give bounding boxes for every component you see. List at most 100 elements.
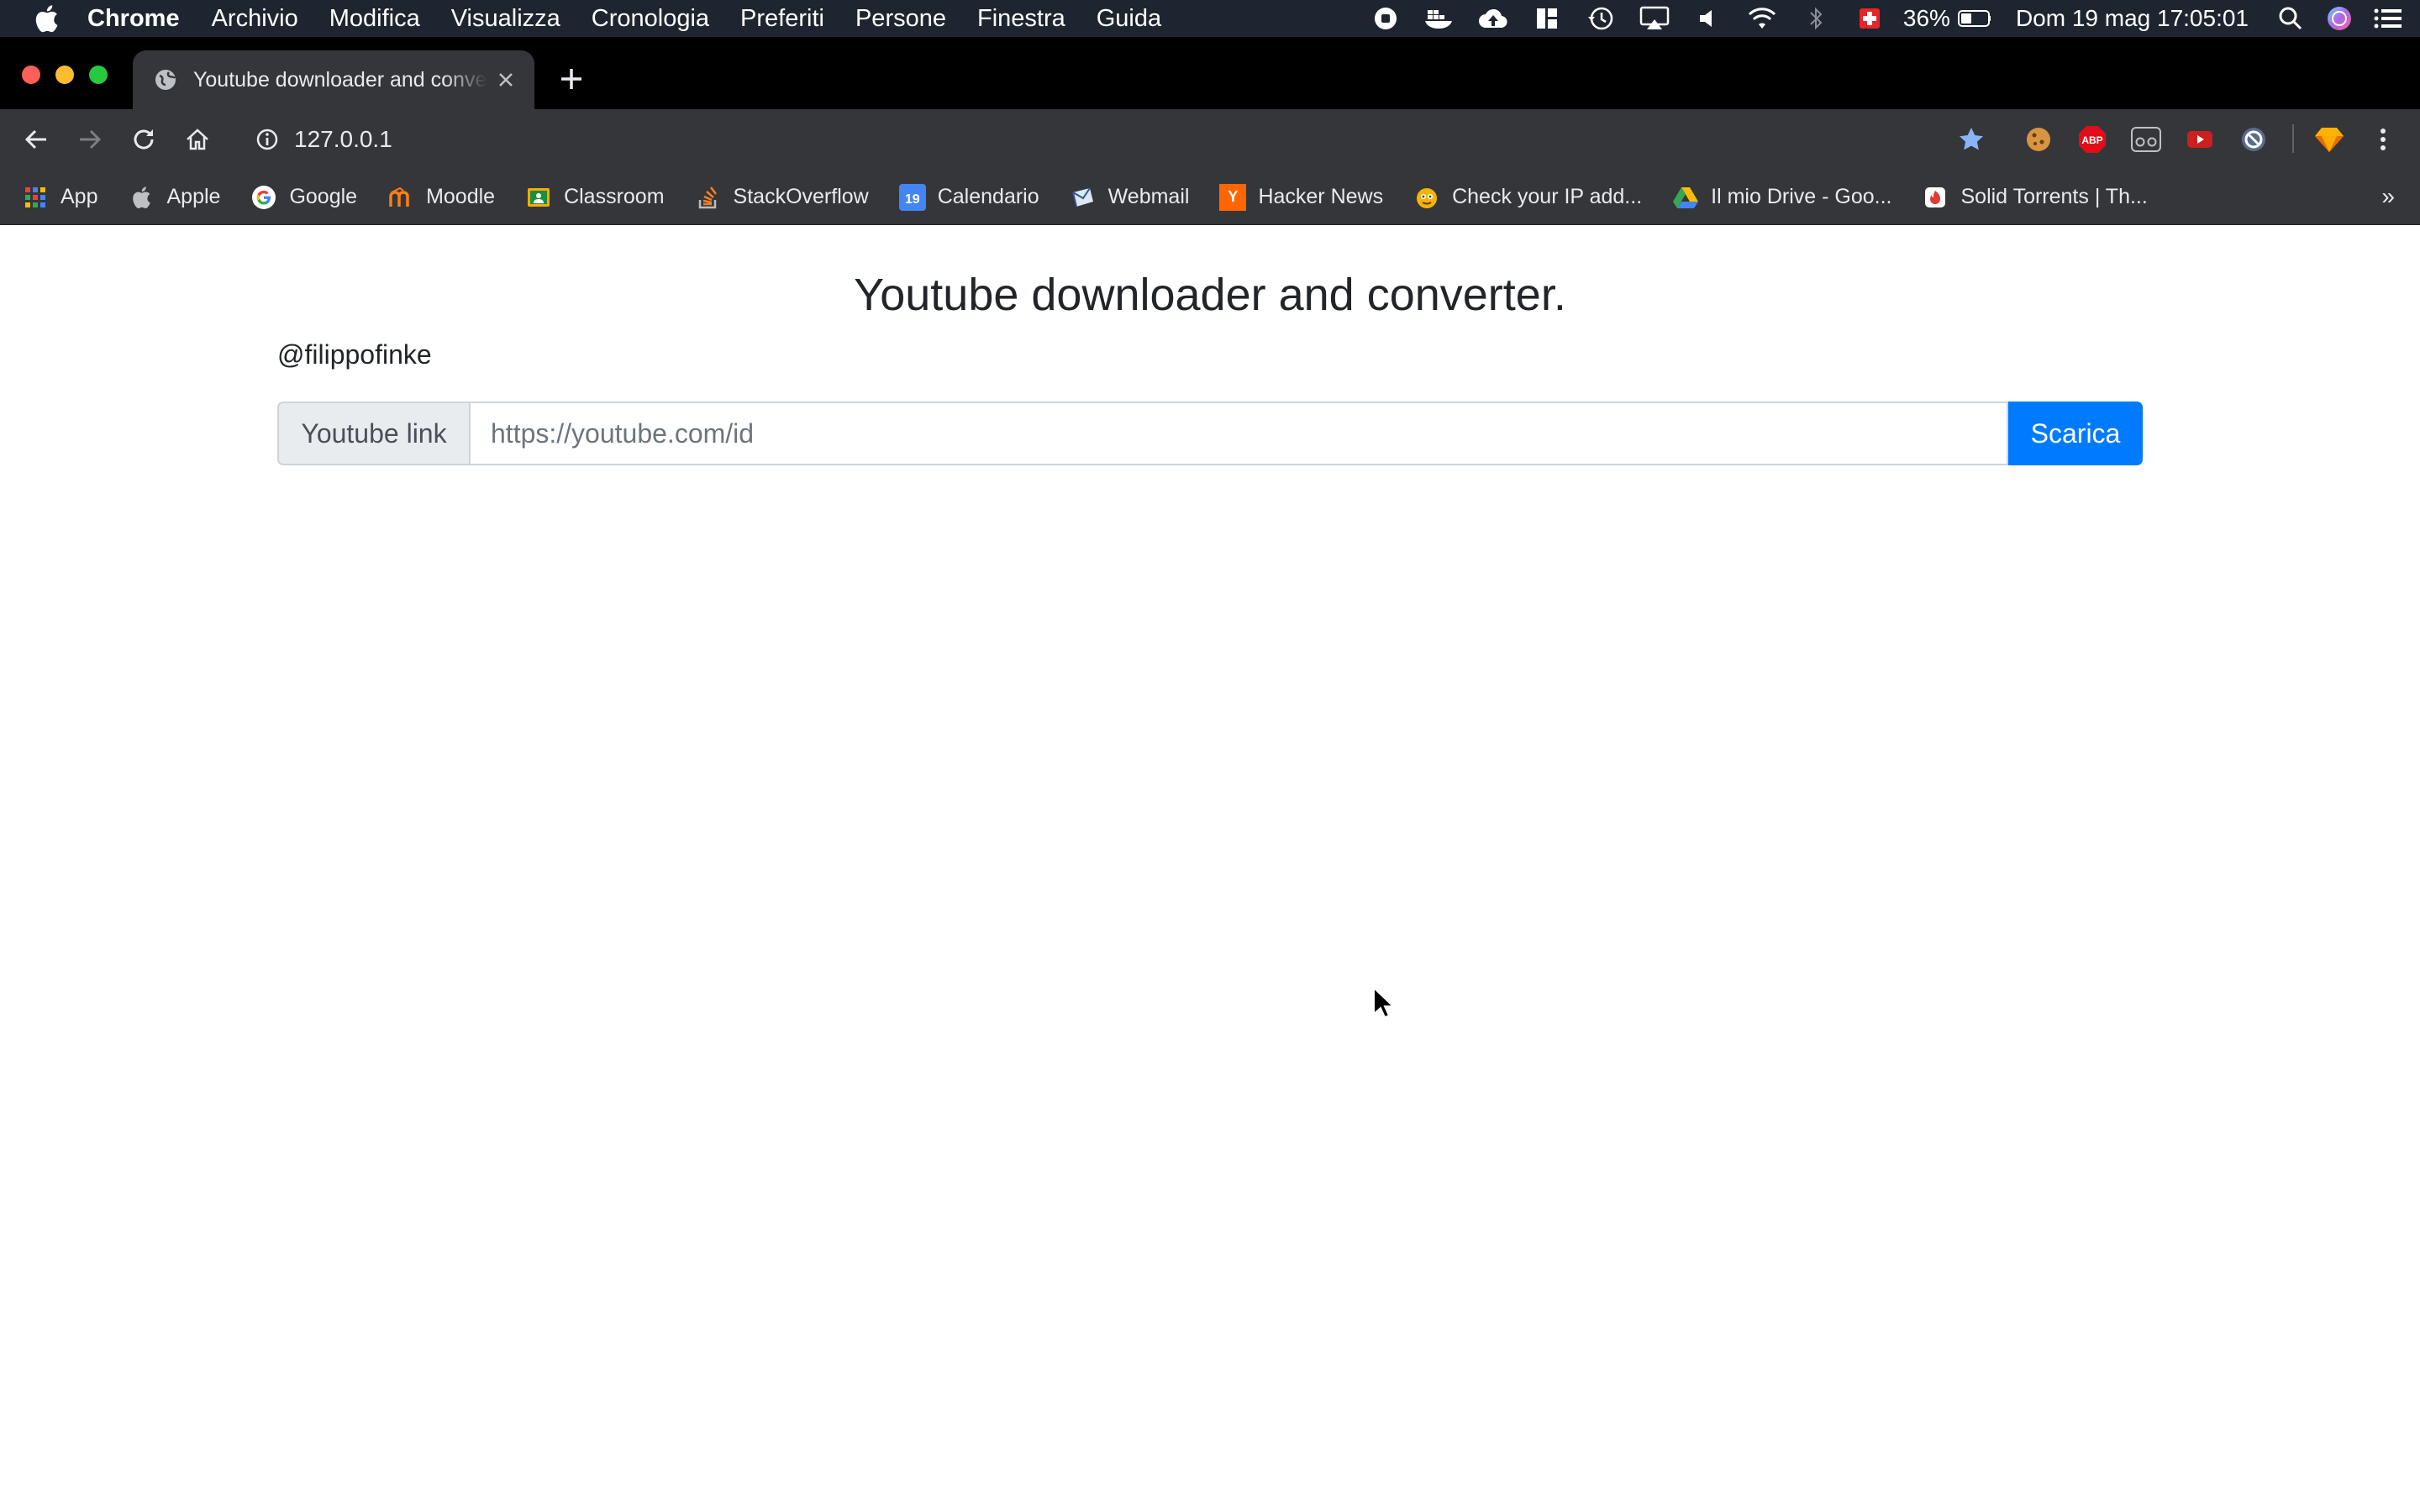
- bookmark-calendario[interactable]: 19 Calendario: [898, 183, 1039, 211]
- bookmark-google-drive[interactable]: Il mio Drive - Goo...: [1672, 184, 1891, 211]
- control-center-icon[interactable]: [2371, 0, 2405, 37]
- reload-icon[interactable]: [124, 120, 163, 159]
- calendar-icon: 19: [898, 183, 926, 211]
- menu-kebab-icon[interactable]: [2366, 123, 2400, 156]
- menu-visualizza[interactable]: Visualizza: [451, 5, 560, 33]
- page-title: Youtube downloader and converter.: [854, 270, 1566, 320]
- layout-icon[interactable]: [1530, 0, 1564, 37]
- wifi-icon[interactable]: [1745, 0, 1779, 37]
- bookmark-classroom[interactable]: Classroom: [525, 184, 665, 211]
- bookmark-moodle[interactable]: Moodle: [387, 184, 495, 211]
- url-text: 127.0.0.1: [294, 126, 392, 152]
- record-icon[interactable]: [1369, 0, 1402, 37]
- bookmark-label: Check your IP add...: [1452, 185, 1643, 208]
- menu-preferiti[interactable]: Preferiti: [740, 5, 824, 33]
- volume-icon[interactable]: [1691, 0, 1725, 37]
- reader-icon[interactable]: [2129, 123, 2163, 156]
- solid-torrents-icon: [1922, 184, 1949, 211]
- menu-finestra[interactable]: Finestra: [977, 5, 1065, 33]
- bookmark-hacker-news[interactable]: Y Hacker News: [1219, 183, 1384, 211]
- time-machine-icon[interactable]: [1584, 0, 1618, 37]
- tab-close-icon[interactable]: [487, 61, 524, 98]
- youtube-link-input[interactable]: [469, 402, 2008, 465]
- bookmark-label: Classroom: [564, 185, 665, 208]
- browser-toolbar: 127.0.0.1 ABP: [0, 109, 2420, 170]
- back-arrow-icon[interactable]: [17, 120, 55, 159]
- adblock-plus-icon[interactable]: ABP: [2075, 123, 2109, 156]
- author-handle: @filippofinke: [277, 339, 432, 370]
- bookmark-label: Webmail: [1107, 185, 1190, 208]
- bookmark-label: Hacker News: [1258, 185, 1384, 208]
- menu-cronologia[interactable]: Cronologia: [592, 5, 709, 33]
- bluetooth-icon[interactable]: [1799, 0, 1833, 37]
- ip-check-icon: [1413, 184, 1440, 211]
- calendar-day-number: 19: [904, 192, 920, 207]
- bookmark-solid-torrents[interactable]: Solid Torrents | Th...: [1922, 184, 2148, 211]
- bookmark-label: Solid Torrents | Th...: [1960, 185, 2148, 208]
- bookmark-label: Calendario: [937, 185, 1039, 208]
- menu-guida[interactable]: Guida: [1097, 5, 1161, 33]
- webmail-icon: [1070, 184, 1097, 211]
- bookmark-label: Il mio Drive - Goo...: [1711, 185, 1892, 208]
- tab-title: Youtube downloader and converter.: [193, 67, 487, 92]
- bookmark-label: Google: [289, 185, 358, 208]
- hacker-news-letter: Y: [1228, 188, 1239, 205]
- globe-icon: [153, 67, 178, 92]
- toolbar-divider: [2292, 124, 2294, 153]
- browser-tab-active[interactable]: Youtube downloader and converter.: [133, 50, 534, 109]
- site-info-icon[interactable]: [252, 124, 282, 155]
- apple-menu-icon[interactable]: [30, 4, 62, 33]
- cloud-upload-icon[interactable]: [1476, 0, 1510, 37]
- spotlight-icon[interactable]: [2274, 0, 2307, 37]
- bookmark-label: App: [60, 185, 98, 208]
- menu-archivio[interactable]: Archivio: [212, 5, 298, 33]
- cookie-icon[interactable]: [2022, 123, 2055, 156]
- home-icon[interactable]: [178, 120, 217, 159]
- youtube-ext-icon[interactable]: [2183, 123, 2217, 156]
- new-tab-plus-icon[interactable]: [555, 62, 588, 96]
- menu-app-name[interactable]: Chrome: [87, 5, 180, 33]
- menu-persone[interactable]: Persone: [855, 5, 946, 33]
- battery-percentage: 36%: [1902, 5, 1950, 31]
- siri-icon[interactable]: [2323, 0, 2356, 37]
- hacker-news-icon: Y: [1219, 183, 1247, 211]
- mouse-cursor-icon: [1373, 986, 1395, 1019]
- bookmark-stackoverflow[interactable]: StackOverflow: [695, 184, 869, 211]
- moodle-icon: [387, 184, 414, 211]
- page-content: Youtube downloader and converter. @filip…: [0, 225, 2420, 1512]
- input-prefix-label: Youtube link: [277, 402, 469, 465]
- sketch-icon[interactable]: [2312, 123, 2346, 156]
- window-minimize-button[interactable]: [55, 66, 74, 84]
- bookmark-app[interactable]: App: [22, 184, 97, 211]
- block-icon[interactable]: [2237, 123, 2270, 156]
- docker-icon[interactable]: [1423, 0, 1456, 37]
- apps-grid-icon: [22, 184, 49, 211]
- macos-menu-bar: Chrome Archivio Modifica Visualizza Cron…: [0, 0, 2420, 37]
- window-close-button[interactable]: [22, 66, 40, 84]
- menu-modifica[interactable]: Modifica: [329, 5, 420, 33]
- adblock-label: ABP: [2081, 134, 2102, 146]
- google-icon: [250, 184, 277, 211]
- classroom-icon: [525, 184, 552, 211]
- bookmark-check-ip[interactable]: Check your IP add...: [1413, 184, 1642, 211]
- swiss-flag-icon[interactable]: [1853, 0, 1886, 37]
- apple-icon: [128, 184, 155, 211]
- bookmark-star-icon[interactable]: [1954, 123, 1988, 156]
- bookmark-webmail[interactable]: Webmail: [1070, 184, 1190, 211]
- bookmarks-bar: App Apple Google Moodle Classroom StackO…: [0, 170, 2420, 225]
- menu-bar-clock[interactable]: Dom 19 mag 17:05:01: [2016, 5, 2249, 32]
- bookmarks-overflow-chevron[interactable]: »: [2381, 183, 2395, 210]
- airplay-icon[interactable]: [1638, 0, 1671, 37]
- bookmark-label: Apple: [166, 185, 221, 208]
- battery-icon[interactable]: [1957, 0, 1991, 37]
- bookmark-google[interactable]: Google: [250, 184, 357, 211]
- google-drive-icon: [1672, 184, 1699, 211]
- bookmark-label: StackOverflow: [733, 185, 869, 208]
- forward-arrow-icon[interactable]: [71, 120, 109, 159]
- stackoverflow-icon: [695, 184, 722, 211]
- bookmark-apple[interactable]: Apple: [128, 184, 220, 211]
- bookmark-label: Moodle: [426, 185, 496, 208]
- download-button[interactable]: Scarica: [2008, 402, 2143, 465]
- window-zoom-button[interactable]: [89, 66, 108, 84]
- address-bar[interactable]: 127.0.0.1: [244, 118, 1966, 161]
